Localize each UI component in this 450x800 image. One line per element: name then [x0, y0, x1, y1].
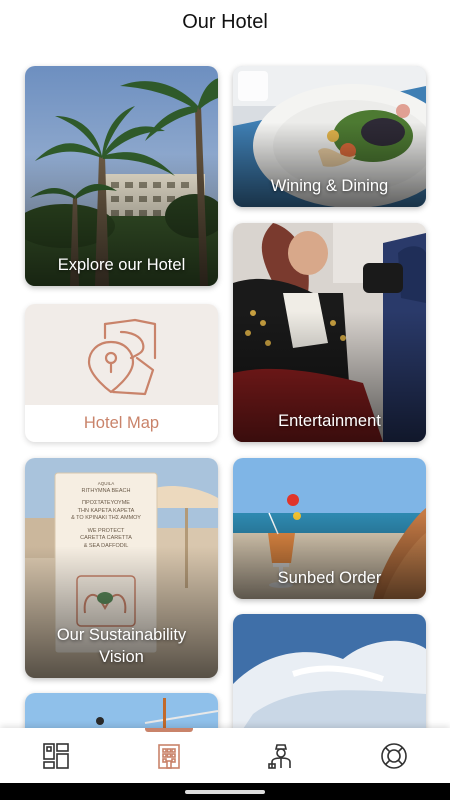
sign-text: AQUILA RITHYMNA BEACH ΠΡΟΣΤΑΤΕΥΟΥΜΕ ΤΗΝ … [71, 481, 141, 549]
entertainment-card[interactable]: Entertainment [233, 223, 426, 442]
card-grid: Explore our Hotel Wining & Dining Hotel … [0, 48, 450, 728]
app-header: Our Hotel [0, 0, 450, 48]
hotel-map-card[interactable]: Hotel Map [25, 304, 218, 442]
sunbed-order-label: Sunbed Order [277, 569, 382, 587]
beach-volley-card[interactable] [25, 693, 218, 728]
explore-hotel-label: Explore our Hotel [57, 256, 186, 274]
concierge-person-icon [268, 743, 292, 769]
tab-hotel[interactable] [113, 728, 226, 783]
map-pin-icon [87, 318, 157, 396]
beach-volleyball-image [25, 693, 218, 728]
sky-card[interactable] [233, 614, 426, 728]
wining-dining-label: Wining & Dining [270, 177, 389, 195]
sustainability-card[interactable]: AQUILA RITHYMNA BEACH ΠΡΟΣΤΑΤΕΥΟΥΜΕ ΤΗΝ … [25, 458, 218, 678]
tab-concierge[interactable] [225, 728, 338, 783]
hotel-building-icon [157, 743, 180, 769]
sustainability-label: Our Sustainability Vision [56, 626, 187, 666]
wining-dining-card[interactable]: Wining & Dining [233, 66, 426, 207]
dashboard-grid-icon [43, 742, 70, 769]
page-title: Our Hotel [182, 10, 268, 33]
system-navigation-bar [0, 783, 450, 800]
home-indicator[interactable] [185, 790, 265, 794]
entertainment-label: Entertainment [278, 412, 381, 430]
sunbed-order-card[interactable]: Sunbed Order [233, 458, 426, 599]
sky-clouds-image [233, 614, 426, 728]
tab-help[interactable] [338, 728, 450, 783]
hotel-map-label: Hotel Map [83, 414, 160, 432]
tab-dashboard[interactable] [0, 728, 113, 783]
explore-hotel-card[interactable]: Explore our Hotel [25, 66, 218, 286]
lifebuoy-icon [380, 742, 407, 769]
bottom-nav [0, 728, 450, 783]
